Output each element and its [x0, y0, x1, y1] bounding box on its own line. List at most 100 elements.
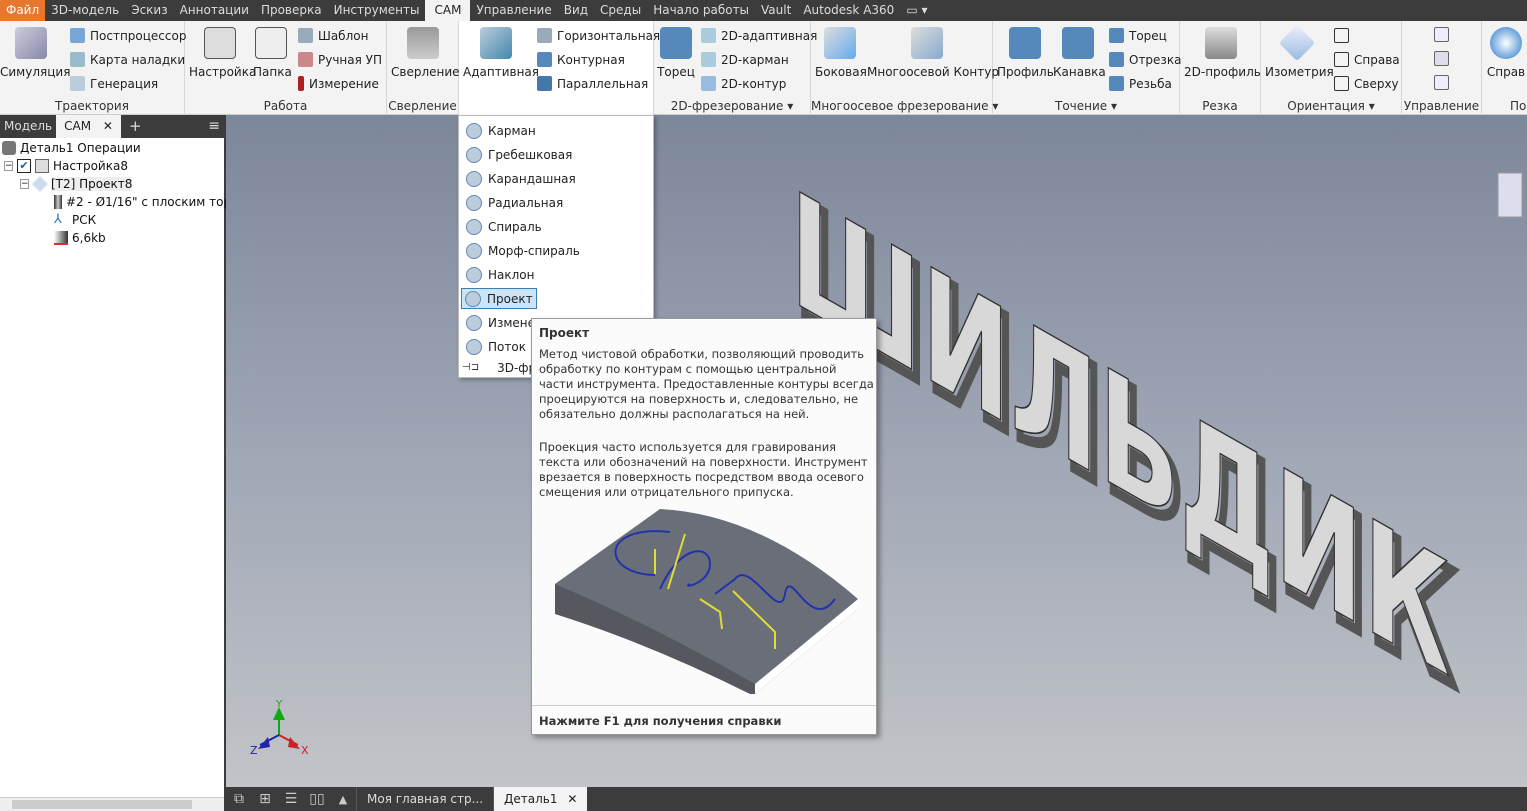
part-off-button[interactable]: Отрезка: [1109, 52, 1181, 67]
2d-contour-button[interactable]: 2D-контур: [701, 76, 786, 91]
groove-button[interactable]: Канавка: [1053, 27, 1106, 79]
panel-label-dropdown[interactable]: Многоосевое фрезерование ▾: [811, 99, 998, 113]
manage-tool-2[interactable]: [1434, 51, 1449, 66]
turning-face-icon: [1109, 28, 1124, 43]
menu-tools[interactable]: Инструменты: [328, 0, 426, 21]
tree-operation[interactable]: − [T2] Проект8: [20, 176, 133, 192]
thread-button[interactable]: Резьба: [1109, 76, 1172, 91]
tooltip-description-2: Проекция часто используется для гравиров…: [539, 440, 868, 499]
2d-adaptive-button[interactable]: 2D-адаптивная: [701, 28, 817, 43]
menu-vault[interactable]: Vault: [755, 0, 797, 21]
nameplate-model[interactable]: ШИЛЬДИК: [789, 154, 1450, 714]
menu-manage[interactable]: Управление: [470, 0, 557, 21]
tile-horizontal-icon[interactable]: ☰: [278, 791, 304, 807]
menu-cam[interactable]: CAM: [425, 0, 471, 21]
doc-tab-home[interactable]: Моя главная стр...: [356, 787, 493, 811]
tile-vertical-icon[interactable]: ▯▯: [304, 791, 330, 807]
menu-icon[interactable]: ≡: [204, 115, 224, 138]
viewcube[interactable]: [1497, 172, 1523, 218]
panel-label: Резка: [1202, 99, 1238, 113]
menu-item-spiral[interactable]: Спираль: [463, 216, 545, 237]
collapse-icon[interactable]: −: [20, 179, 29, 189]
tab-cam[interactable]: CAM ✕: [56, 115, 121, 138]
menu-item-flow[interactable]: Поток: [463, 336, 529, 357]
face-button[interactable]: Торец: [656, 27, 696, 79]
menu-inspect[interactable]: Проверка: [255, 0, 328, 21]
template-button[interactable]: Шаблон: [298, 28, 368, 43]
manage-tool-3[interactable]: [1434, 75, 1449, 90]
tile-grid-icon[interactable]: ⊞: [252, 791, 278, 807]
drill-button[interactable]: Сверление: [391, 27, 460, 79]
folder-button[interactable]: Папка: [253, 27, 292, 79]
measure-button[interactable]: Измерение: [298, 76, 379, 91]
manage-tool-1[interactable]: [1434, 27, 1449, 42]
swarf-button[interactable]: Боковая: [815, 27, 867, 79]
2d-pocket-icon: [701, 52, 716, 67]
tree-wcs[interactable]: ⅄ РСК: [54, 213, 96, 228]
cascade-icon[interactable]: ⧉: [226, 791, 252, 807]
setup-sheet-button[interactable]: Карта наладки: [70, 52, 185, 67]
menu-item-morphed-spiral[interactable]: Морф-спираль: [463, 240, 583, 261]
panel-label-dropdown[interactable]: Точение ▾: [993, 99, 1179, 113]
turning-face-button[interactable]: Торец: [1109, 28, 1167, 43]
close-icon[interactable]: ✕: [103, 119, 113, 133]
generate-button[interactable]: Генерация: [70, 76, 158, 91]
menu-environments[interactable]: Среды: [594, 0, 647, 21]
menu-item-pencil[interactable]: Карандашная: [463, 168, 579, 189]
menu-3d-model[interactable]: 3D-модель: [45, 0, 125, 21]
panel-turning: Профиль Канавка Торец Отрезка Резьба Точ…: [993, 21, 1181, 115]
add-tab-icon[interactable]: +: [125, 115, 146, 138]
simulation-button[interactable]: Симуляция: [0, 27, 70, 79]
horizontal-scrollbar[interactable]: [0, 797, 224, 811]
isometric-button[interactable]: Изометрия: [1265, 24, 1334, 79]
tab-model[interactable]: Модель: [0, 115, 56, 138]
menu-item-pocket[interactable]: Карман: [463, 120, 539, 141]
project-icon: [465, 290, 481, 307]
menu-sketch[interactable]: Эскиз: [125, 0, 173, 21]
menu-a360[interactable]: Autodesk A360: [797, 0, 900, 21]
collapse-icon[interactable]: −: [4, 161, 13, 171]
panel-label-dropdown[interactable]: 2D-фрезерование ▾: [654, 99, 810, 113]
panel-label-dropdown[interactable]: Ориентация ▾: [1261, 99, 1401, 113]
menu-item-ramp[interactable]: Наклон: [463, 264, 537, 285]
doc-tab-part1[interactable]: Деталь1 ✕: [493, 787, 588, 811]
2d-pocket-button[interactable]: 2D-карман: [701, 52, 789, 67]
folder-open-icon: [35, 159, 49, 173]
front-view-button[interactable]: [1334, 28, 1349, 43]
cutter-icon: [1205, 27, 1237, 59]
top-view-button[interactable]: Сверху: [1334, 76, 1399, 91]
menu-annotations[interactable]: Аннотации: [174, 0, 255, 21]
menu-get-started[interactable]: Начало работы: [647, 0, 755, 21]
tree-tool[interactable]: #2 - Ø1/16" с плоским торц: [54, 195, 239, 209]
contour-button[interactable]: Контурная: [537, 52, 625, 67]
2d-profile-button[interactable]: 2D-профиль: [1184, 27, 1261, 79]
multiaxis-contour-button[interactable]: Многоосевой Контур: [867, 27, 999, 79]
tool-icon: [54, 195, 62, 209]
postprocessor-button[interactable]: Постпроцессор: [70, 28, 186, 43]
tree-nc-size[interactable]: 6,6kb: [54, 231, 106, 245]
checkbox-checked[interactable]: ✔: [17, 159, 31, 173]
manual-nc-button[interactable]: Ручная УП: [298, 52, 382, 67]
ribbon-options-icon[interactable]: ▭ ▾: [900, 0, 933, 21]
menu-item-radial[interactable]: Радиальная: [463, 192, 566, 213]
help-button[interactable]: Справ: [1486, 27, 1526, 79]
close-icon[interactable]: ✕: [567, 792, 577, 806]
menu-item-scallop[interactable]: Гребешковая: [463, 144, 575, 165]
scallop-icon: [466, 146, 482, 163]
setup-button[interactable]: Настройка: [189, 27, 256, 79]
x-arrow-icon: [288, 737, 300, 749]
profile-button[interactable]: Профиль: [997, 27, 1054, 79]
pin-icon[interactable]: ⊣⊐: [462, 362, 479, 373]
menu-item-project[interactable]: Проект: [461, 288, 537, 309]
tree-setup[interactable]: − ✔ Настройка8: [4, 159, 128, 173]
right-view-button[interactable]: Справа: [1334, 52, 1400, 67]
menu-file[interactable]: Файл: [0, 0, 46, 21]
panel-title-3d-milling[interactable]: ⊣⊐ 3D-фр: [459, 357, 539, 378]
scrollbar-thumb[interactable]: [12, 800, 192, 809]
adaptive-button[interactable]: Адаптивная: [463, 27, 539, 79]
menu-view[interactable]: Вид: [558, 0, 594, 21]
horizontal-button[interactable]: Горизонтальная: [537, 28, 660, 43]
arrow-up-icon[interactable]: ▲: [330, 793, 356, 806]
parallel-button[interactable]: Параллельная: [537, 76, 648, 91]
tree-root[interactable]: Деталь1 Операции: [2, 141, 141, 155]
